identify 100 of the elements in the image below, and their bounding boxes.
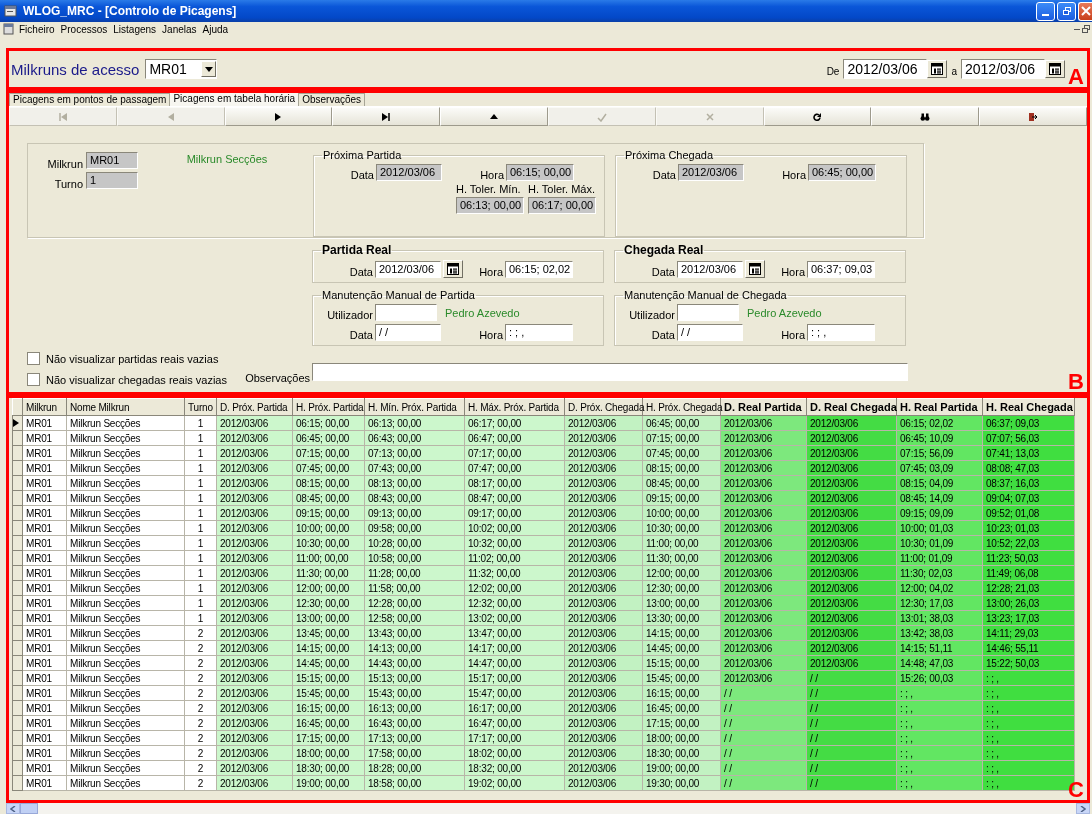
date-field[interactable]: 2012/03/06: [961, 59, 1045, 79]
window-title: WLOG_MRC - [Controlo de Picagens]: [23, 4, 238, 18]
user-field[interactable]: [677, 304, 739, 321]
calendar-icon: [1049, 63, 1061, 75]
time-field[interactable]: : ; ,: [505, 324, 573, 341]
date-label: Data: [349, 169, 374, 181]
observations-field[interactable]: [312, 363, 908, 381]
row-selector[interactable]: [12, 415, 23, 431]
column-header[interactable]: D. Real Chegada: [806, 398, 897, 416]
calendar-icon: [447, 263, 459, 275]
restore-icon: [1061, 6, 1072, 16]
user-label: Utilizador: [628, 309, 675, 321]
column-header[interactable]: H. Máx. Próx. Partida: [464, 398, 565, 416]
arrow-right-icon: [1080, 805, 1086, 812]
column-header[interactable]: D. Próx. Partida: [216, 398, 293, 416]
skip-last-icon: [381, 111, 392, 122]
arrow-left-icon: [10, 805, 16, 812]
menu-item[interactable]: Janelas: [159, 23, 200, 35]
restore-button[interactable]: [1057, 1, 1076, 21]
date-field[interactable]: 2012/03/06: [843, 59, 928, 79]
column-header[interactable]: Nome Milkrun: [66, 398, 185, 416]
access-label: Milkruns de acesso: [11, 60, 140, 78]
calendar-button[interactable]: [443, 260, 463, 278]
restore-icon[interactable]: [1081, 24, 1091, 34]
annotation-label: A: [1068, 65, 1084, 87]
date-field[interactable]: 2012/03/06: [677, 261, 743, 278]
checkbox[interactable]: [27, 373, 40, 386]
group-title: Partida Real: [321, 243, 393, 257]
milkrun-dropdown[interactable]: MR01: [145, 59, 218, 79]
date-field: 2012/03/06: [678, 164, 744, 181]
time-field: 06:15; 00,00: [506, 164, 574, 181]
scroll-right-button[interactable]: [1076, 803, 1090, 814]
time-label: Hora: [780, 329, 805, 341]
user-label: Utilizador: [326, 309, 373, 321]
menu-item[interactable]: Ficheiro: [16, 23, 58, 35]
binoculars-icon: [920, 111, 931, 122]
app-icon: [4, 4, 18, 18]
date-label: Data: [650, 329, 675, 341]
column-header[interactable]: H. Real Chegada: [982, 398, 1075, 416]
toolbar-button[interactable]: [871, 107, 980, 126]
cross-icon: [704, 111, 715, 122]
time-field: 06:17; 00,00: [528, 197, 596, 214]
refresh-icon: [812, 111, 823, 122]
date-label: Data: [650, 266, 675, 278]
column-header[interactable]: H. Mín. Próx. Partida: [364, 398, 465, 416]
checkbox-label: Não visualizar chegadas reais vazias: [46, 373, 227, 386]
horizontal-scrollbar[interactable]: [6, 803, 1090, 814]
time-field[interactable]: 06:37; 09,03: [807, 261, 875, 278]
tab[interactable]: Picagens em tabela horária: [169, 93, 300, 106]
turno-field: 1: [86, 172, 138, 189]
tab[interactable]: Picagens em pontos de passagem: [9, 93, 171, 106]
time-label: Hora: [478, 329, 503, 341]
column-header[interactable]: H. Real Partida: [896, 398, 983, 416]
group-title: Manutenção Manual de Partida: [321, 289, 476, 301]
minimize-button[interactable]: [1036, 1, 1055, 21]
user-field[interactable]: [375, 304, 437, 321]
date-field[interactable]: / /: [375, 324, 441, 341]
scroll-left-button[interactable]: [6, 803, 20, 814]
annotation-label: B: [1068, 370, 1084, 392]
group-title: Chegada Real: [623, 243, 705, 257]
date-field[interactable]: 2012/03/06: [375, 261, 441, 278]
time-label: Hora: [781, 169, 806, 181]
menu-item[interactable]: Processos: [57, 23, 111, 35]
milkrun-name: Milkrun Secções: [186, 152, 269, 167]
milkrun-field: MR01: [86, 152, 138, 169]
column-header[interactable]: D. Próx. Chegada: [564, 398, 643, 416]
dropdown-arrow-icon: [204, 66, 213, 72]
group-title: Próxima Chegada: [624, 149, 715, 161]
date-field[interactable]: / /: [677, 324, 743, 341]
tab[interactable]: Observações: [298, 93, 366, 106]
time-field[interactable]: 06:15; 02,02: [505, 261, 573, 278]
time-label: Hora: [479, 169, 504, 181]
document-icon: [3, 23, 15, 35]
calendar-button[interactable]: [927, 60, 948, 78]
checkbox[interactable]: [27, 352, 40, 365]
calendar-button[interactable]: [1045, 60, 1065, 78]
calendar-icon: [931, 63, 944, 75]
minimize-icon: [1042, 13, 1049, 16]
column-header[interactable]: Turno: [184, 398, 217, 416]
time-field[interactable]: : ; ,: [807, 324, 875, 341]
close-button[interactable]: [1078, 1, 1092, 21]
to-label: a: [951, 65, 957, 77]
date-label: Data: [348, 329, 373, 341]
time-field: 06:13; 00,00: [456, 197, 524, 214]
calendar-icon: [749, 263, 761, 275]
date-field: 2012/03/06: [376, 164, 442, 181]
close-icon: [1081, 6, 1091, 16]
group-title: Manutenção Manual de Chegada: [623, 289, 788, 301]
column-header[interactable]: Milkrun: [22, 398, 67, 416]
date-label: Data: [348, 266, 373, 278]
scroll-thumb[interactable]: [20, 803, 38, 814]
calendar-button[interactable]: [745, 260, 765, 278]
time-label: Hora: [780, 266, 805, 278]
exit-door-icon: [1028, 111, 1039, 122]
menu-item[interactable]: Ajuda: [199, 23, 232, 35]
observations-label: Observações: [244, 372, 311, 386]
menu-item[interactable]: Listagens: [110, 23, 160, 35]
toolbar-button[interactable]: [979, 107, 1087, 126]
column-header[interactable]: H. Próx. Partida: [292, 398, 365, 416]
minimize-icon[interactable]: [1074, 28, 1080, 30]
